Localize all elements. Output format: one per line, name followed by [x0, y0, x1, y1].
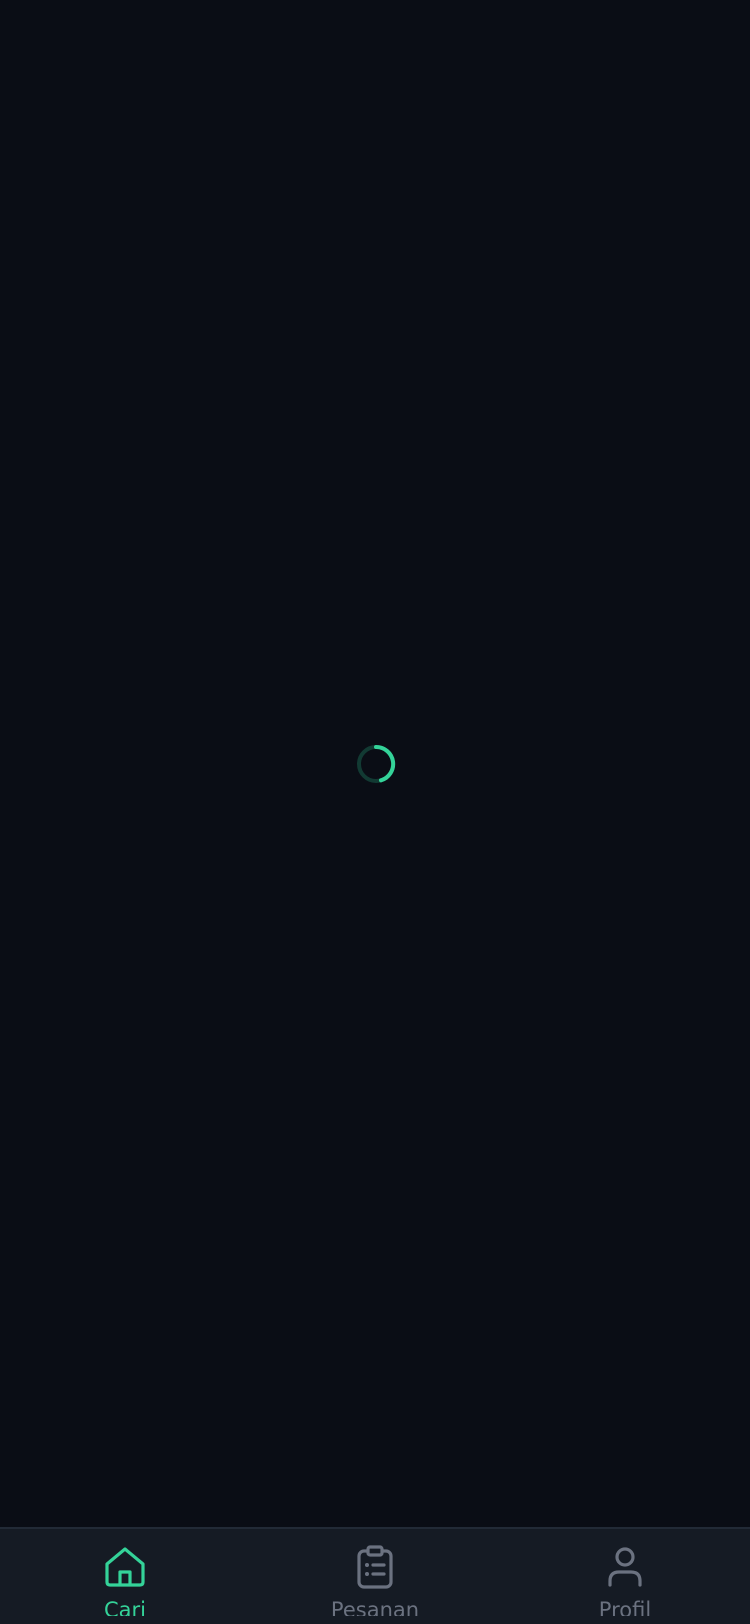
nav-item-pesanan[interactable]: Pesanan — [250, 1529, 500, 1624]
home-icon — [105, 1547, 145, 1587]
nav-item-cari[interactable]: Cari — [0, 1529, 250, 1624]
spinner-icon — [357, 744, 396, 783]
user-icon — [608, 1547, 642, 1587]
clipboard-list-icon — [357, 1545, 393, 1589]
nav-item-profil[interactable]: Profil — [500, 1529, 750, 1624]
app-screen: Cari Pesanan Profil — [0, 0, 750, 1624]
main-content — [0, 0, 750, 1527]
nav-bottom-edge — [0, 1616, 750, 1624]
bottom-navigation: Cari Pesanan Profil — [0, 1527, 750, 1624]
loading-spinner — [356, 744, 396, 784]
